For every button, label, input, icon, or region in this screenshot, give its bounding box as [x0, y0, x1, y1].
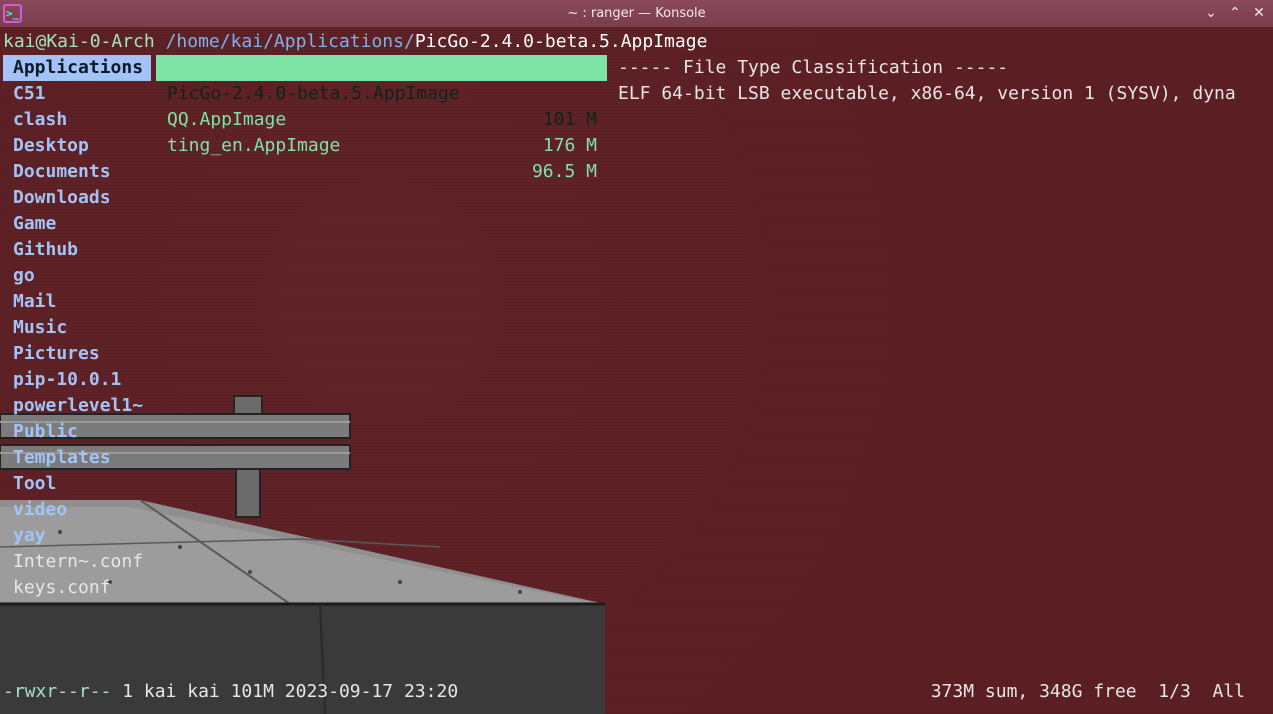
terminal-icon: >_ — [3, 4, 22, 23]
status-file-info: -rwxr--r-- 1 kai kai 101M 2023-09-17 23:… — [3, 679, 458, 705]
current-path[interactable]: /home/kai/Applications/ — [166, 31, 415, 52]
list-item[interactable]: Templates — [3, 445, 151, 471]
current-file-name: PicGo-2.4.0-beta.5.AppImage — [414, 31, 708, 52]
close-button[interactable]: ✕ — [1251, 3, 1267, 23]
preview-text: ELF 64-bit LSB executable, x86-64, versi… — [618, 83, 1236, 104]
list-item[interactable]: pip-10.0.1 — [3, 367, 151, 393]
list-item[interactable]: powerlevel1~ — [3, 393, 151, 419]
list-item[interactable]: Downloads — [3, 185, 151, 211]
list-item[interactable]: Intern~.conf — [3, 549, 151, 575]
file-name: ting_en.AppImage — [167, 135, 341, 156]
list-item[interactable]: Public — [3, 419, 151, 445]
table-row[interactable]: ting_en.AppImage 96.5 M — [156, 107, 607, 182]
terminal-area[interactable]: kai@Kai-0-Arch /home/kai/Applications/Pi… — [0, 27, 1273, 714]
list-item[interactable]: go — [3, 263, 151, 289]
table-row[interactable]: QQ.AppImage 176 M — [156, 81, 607, 156]
file-size: 176 M — [542, 135, 597, 156]
file-size: 96.5 M — [531, 161, 597, 182]
list-item[interactable]: Desktop — [3, 133, 151, 159]
host-label: kai@Kai-0-Arch — [3, 31, 155, 52]
window-titlebar[interactable]: >_ ~ : ranger — Konsole ⌄ ⌃ ✕ — [0, 0, 1273, 27]
list-item[interactable]: C51 — [3, 81, 151, 107]
list-item[interactable]: Pictures — [3, 341, 151, 367]
maximize-button[interactable]: ⌃ — [1227, 3, 1243, 23]
file-metadata: 1 kai kai 101M 2023-09-17 23:20 — [111, 681, 459, 702]
window-title: ~ : ranger — Konsole — [567, 6, 706, 21]
list-item[interactable]: Github — [3, 237, 151, 263]
list-item[interactable]: keys.conf — [3, 575, 151, 601]
list-item[interactable]: video — [3, 497, 151, 523]
list-item[interactable]: Game — [3, 211, 151, 237]
list-item[interactable]: clash — [3, 107, 151, 133]
list-item[interactable]: Music — [3, 315, 151, 341]
list-item[interactable]: Mail — [3, 289, 151, 315]
list-item[interactable]: Applications — [3, 55, 151, 81]
list-item[interactable]: yay — [3, 523, 151, 549]
minimize-button[interactable]: ⌄ — [1203, 3, 1219, 23]
list-item[interactable]: Documents — [3, 159, 151, 185]
file-permissions: -rwxr--r-- — [3, 681, 112, 702]
status-summary: 373M sum, 348G free 1/3 All — [930, 681, 1245, 702]
preview-heading: ----- File Type Classification ----- — [618, 57, 1009, 78]
table-row[interactable]: PicGo-2.4.0-beta.5.AppImage 101 M — [156, 55, 607, 130]
path-header: kai@Kai-0-Arch /home/kai/Applications/Pi… — [3, 29, 707, 55]
list-item[interactable]: Tool — [3, 471, 151, 497]
